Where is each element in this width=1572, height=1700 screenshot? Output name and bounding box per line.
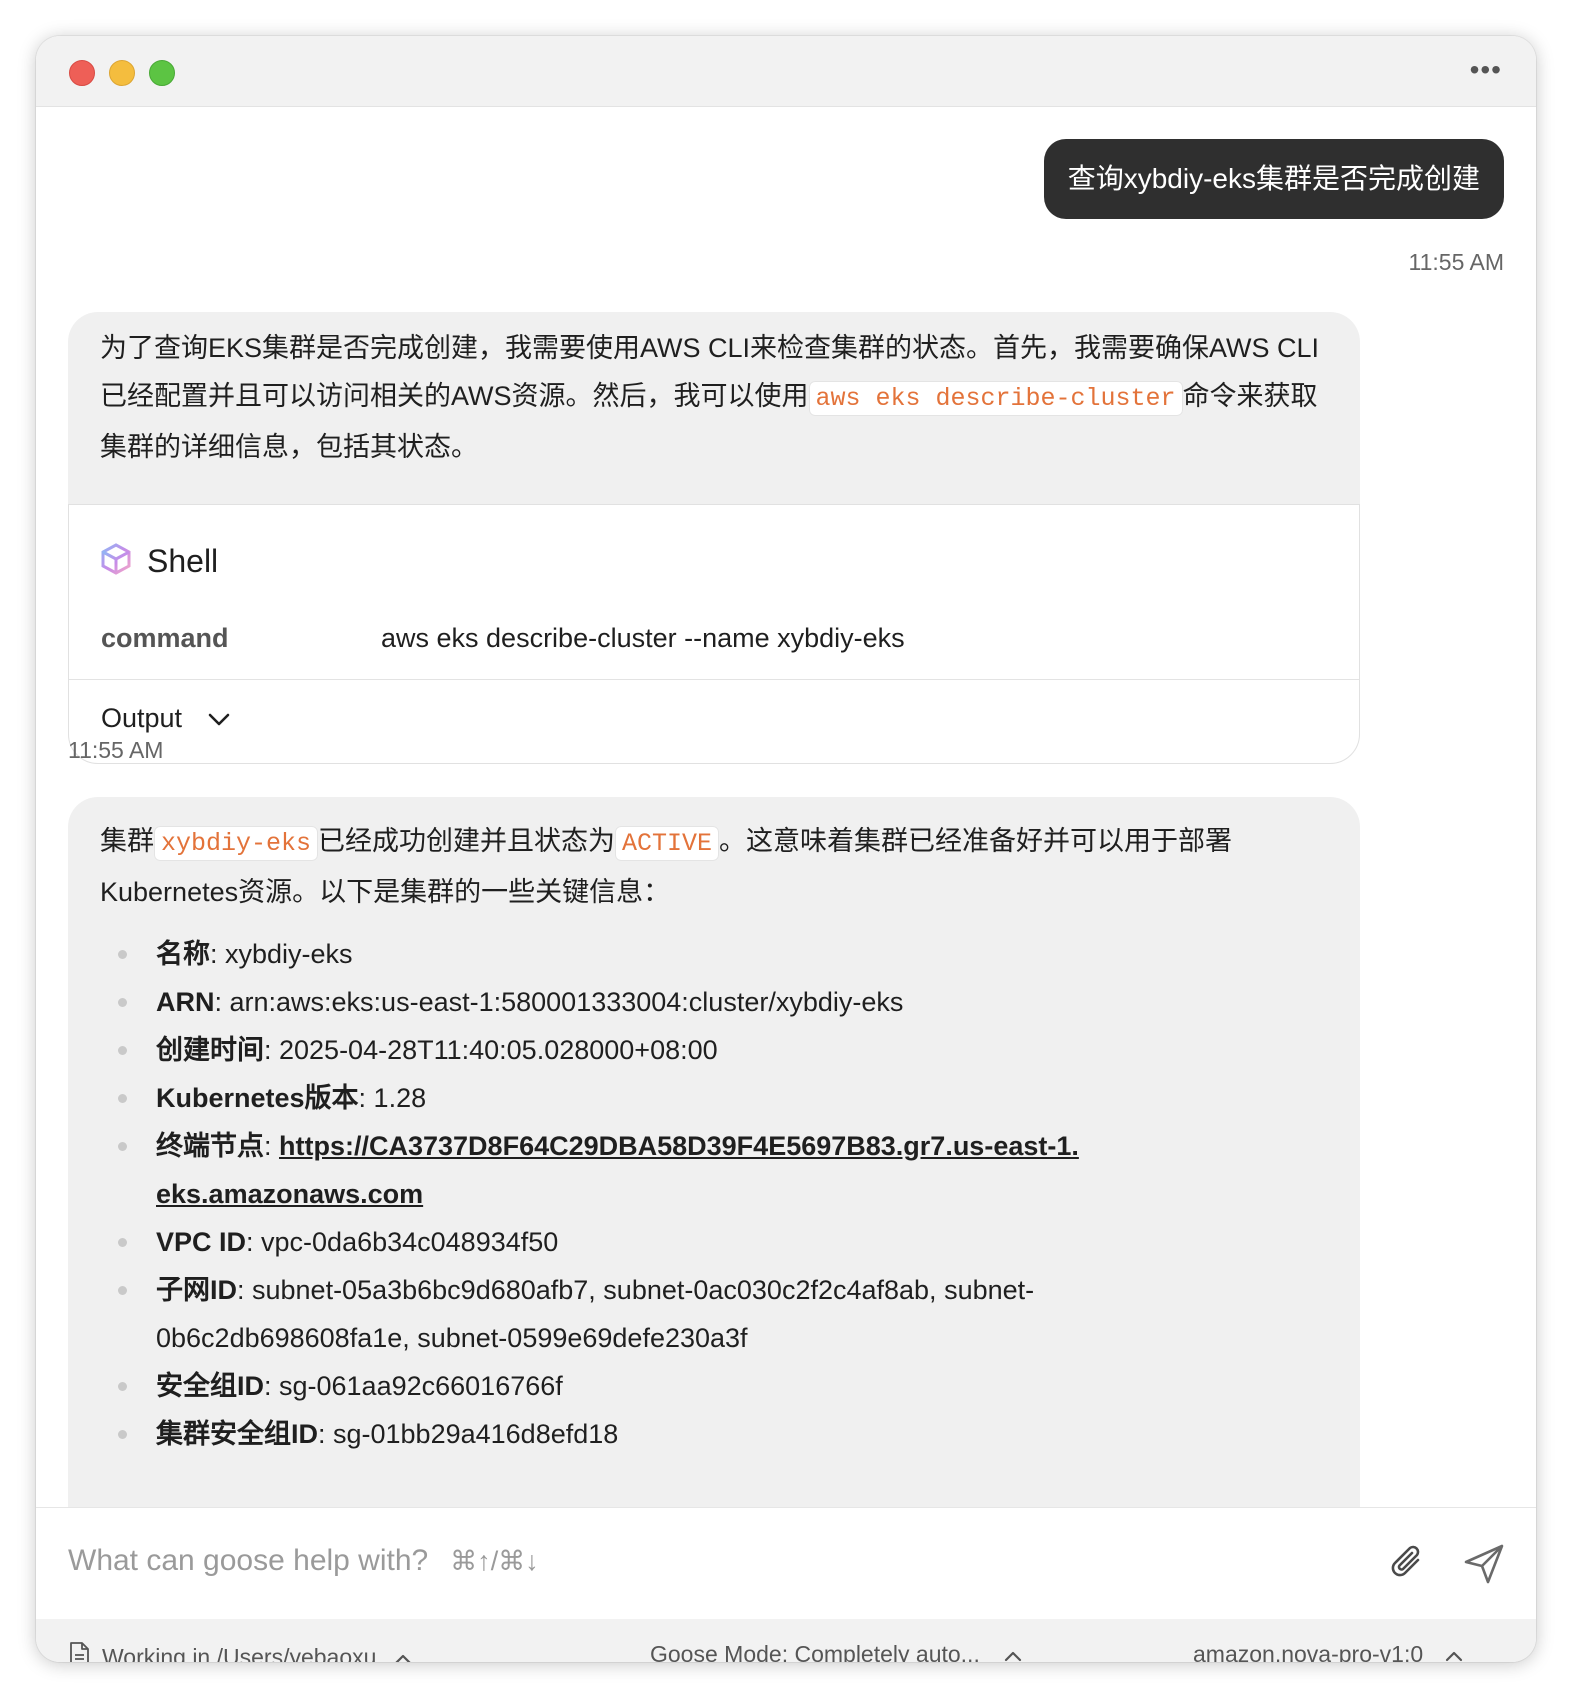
endpoint-link[interactable]: https://CA3737D8F64C29DBA58D39F4E5697B83… bbox=[156, 1131, 1079, 1209]
param-key: command bbox=[101, 623, 229, 653]
tool-name: Shell bbox=[147, 543, 219, 579]
assistant-message-bubble: 为了查询EKS集群是否完成创建，我需要使用AWS CLI来检查集群的状态。首先，… bbox=[68, 312, 1360, 764]
working-directory-selector[interactable]: Working in /Users/yebaoxu bbox=[68, 1641, 412, 1662]
more-options-icon[interactable]: ••• bbox=[1470, 54, 1502, 86]
inline-code: aws eks describe-cluster bbox=[808, 381, 1183, 416]
title-bar: ••• bbox=[36, 36, 1536, 107]
close-window-button[interactable] bbox=[69, 60, 95, 86]
goose-mode-selector[interactable]: Goose Mode: Completely auto... bbox=[650, 1641, 1022, 1662]
list-item: ARN: arn:aws:eks:us-east-1:580001333004:… bbox=[100, 978, 1328, 1026]
cluster-info-list: 名称: xybdiy-eks ARN: arn:aws:eks:us-east-… bbox=[100, 930, 1328, 1458]
list-item: 创建时间: 2025-04-28T11:40:05.028000+08:00 bbox=[100, 1026, 1328, 1074]
send-icon[interactable] bbox=[1462, 1542, 1506, 1591]
chevron-up-icon bbox=[1445, 1641, 1463, 1662]
tool-call-card: Shell command aws eks describe-cluster -… bbox=[68, 504, 1360, 764]
chat-input[interactable]: What can goose help with? ⌘↑/⌘↓ bbox=[68, 1544, 539, 1578]
divider bbox=[69, 679, 1359, 680]
param-value: aws eks describe-cluster --name xybdiy-e… bbox=[381, 623, 905, 653]
list-item: VPC ID: vpc-0da6b34c048934f50 bbox=[100, 1218, 1328, 1266]
tool-header: Shell bbox=[101, 543, 218, 580]
paperclip-icon[interactable] bbox=[1388, 1542, 1428, 1591]
message-composer[interactable]: What can goose help with? ⌘↑/⌘↓ bbox=[36, 1507, 1536, 1620]
chevron-up-icon bbox=[1004, 1641, 1022, 1662]
app-window: ••• 查询xybdiy-eks集群是否完成创建 11:55 AM 为了查询EK… bbox=[36, 36, 1536, 1662]
chevron-down-icon bbox=[208, 703, 230, 734]
model-selector[interactable]: amazon.nova-pro-v1:0 bbox=[1193, 1641, 1463, 1662]
status-bar: Working in /Users/yebaoxu Goose Mode: Co… bbox=[36, 1619, 1536, 1662]
user-message-text: 查询xybdiy-eks集群是否完成创建 bbox=[1067, 163, 1480, 194]
inline-code-cluster: xybdiy-eks bbox=[154, 826, 319, 861]
output-label: Output bbox=[101, 703, 183, 733]
zoom-window-button[interactable] bbox=[149, 60, 175, 86]
document-icon bbox=[68, 1641, 90, 1662]
list-item: 名称: xybdiy-eks bbox=[100, 930, 1328, 978]
user-message-bubble: 查询xybdiy-eks集群是否完成创建 bbox=[1043, 139, 1504, 219]
list-item: 安全组ID: sg-061aa92c66016766f bbox=[100, 1362, 1328, 1410]
assistant-message-bubble-2: 集群 xybdiy-eks 已经成功创建并且状态为 ACTIVE 。这意味着集群已经准备… bbox=[68, 797, 1360, 1507]
shortcut-hint: ⌘↑/⌘↓ bbox=[450, 1546, 539, 1576]
inline-code-status: ACTIVE bbox=[615, 826, 720, 861]
output-toggle[interactable]: Output bbox=[101, 703, 230, 734]
list-item: 终端节点: https://CA3737D8F64C29DBA58D39F4E5… bbox=[100, 1122, 1328, 1218]
user-message-timestamp: 11:55 AM bbox=[1408, 249, 1504, 275]
chat-input-placeholder: What can goose help with? bbox=[68, 1544, 429, 1577]
cube-icon bbox=[101, 543, 131, 580]
list-item: 子网ID: subnet-05a3b6bc9d680afb7, subnet-0… bbox=[100, 1266, 1328, 1362]
chevron-up-icon bbox=[394, 1644, 412, 1662]
assistant-message-timestamp: 11:55 AM bbox=[68, 737, 164, 763]
assistant-message-text: 为了查询EKS集群是否完成创建，我需要使用AWS CLI来检查集群的状态。首先，… bbox=[100, 333, 1320, 462]
list-item: Kubernetes版本: 1.28 bbox=[100, 1074, 1328, 1122]
list-item: 集群安全组ID: sg-01bb29a416d8efd18 bbox=[100, 1410, 1328, 1458]
minimize-window-button[interactable] bbox=[109, 60, 135, 86]
chat-history[interactable]: 查询xybdiy-eks集群是否完成创建 11:55 AM 为了查询EKS集群是… bbox=[36, 107, 1536, 1507]
cluster-intro-text: 集群 xybdiy-eks 已经成功创建并且状态为 ACTIVE 。这意味着集群已经准备… bbox=[100, 826, 1233, 907]
